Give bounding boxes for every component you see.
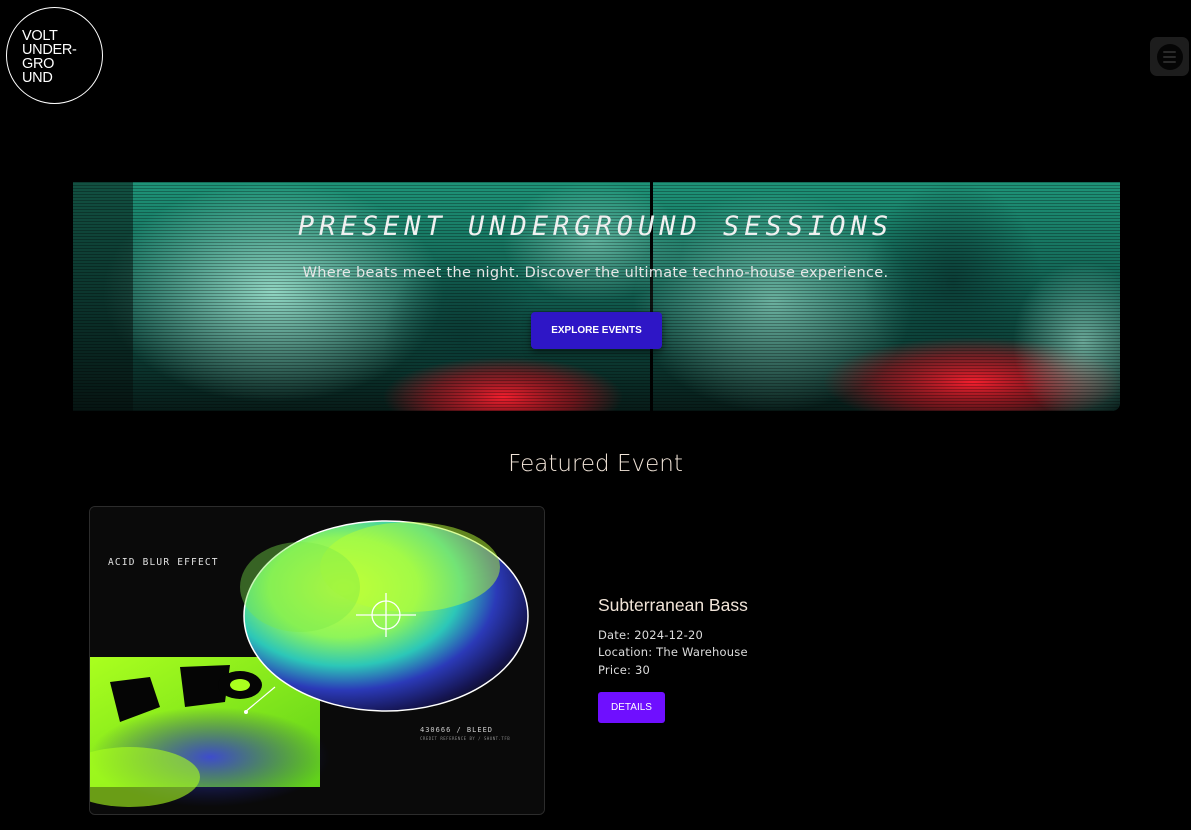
logo-line: GRO (22, 56, 55, 72)
featured-heading: Featured Event (508, 451, 683, 477)
event-artwork (90, 507, 544, 814)
hamburger-menu-icon (1156, 43, 1183, 70)
logo-line: UND (22, 70, 53, 86)
menu-button[interactable] (1150, 37, 1189, 76)
site-logo[interactable]: VOLT UNDER- GRO UND (6, 7, 103, 104)
event-price: Price: 30 (598, 663, 651, 677)
event-image[interactable]: ACID BLUR EFFECT 430666 / BLEED CREDIT R… (89, 506, 545, 815)
artwork-code: 430666 / BLEED (420, 726, 494, 734)
page: VOLT UNDER- GRO UND PRESENT UNDERGROUND … (0, 0, 1191, 830)
logo-line: UNDER- (22, 42, 77, 58)
hero-subtitle: Where beats meet the night. Discover the… (302, 265, 889, 281)
artwork-credit: CREDIT REFERENCE BY / SHUNT.TFB (420, 736, 511, 741)
event-name: Subterranean Bass (598, 595, 748, 615)
details-button[interactable]: DETAILS (598, 692, 665, 723)
event-date: Date: 2024-12-20 (598, 628, 704, 642)
logo-text: VOLT UNDER- GRO UND (22, 28, 77, 86)
explore-events-button[interactable]: EXPLORE EVENTS (531, 312, 662, 349)
event-location: Location: The Warehouse (598, 645, 748, 659)
logo-line: VOLT (22, 28, 58, 44)
artwork-label: ACID BLUR EFFECT (108, 557, 219, 568)
hero-title: PRESENT UNDERGROUND SESSIONS (297, 211, 894, 242)
